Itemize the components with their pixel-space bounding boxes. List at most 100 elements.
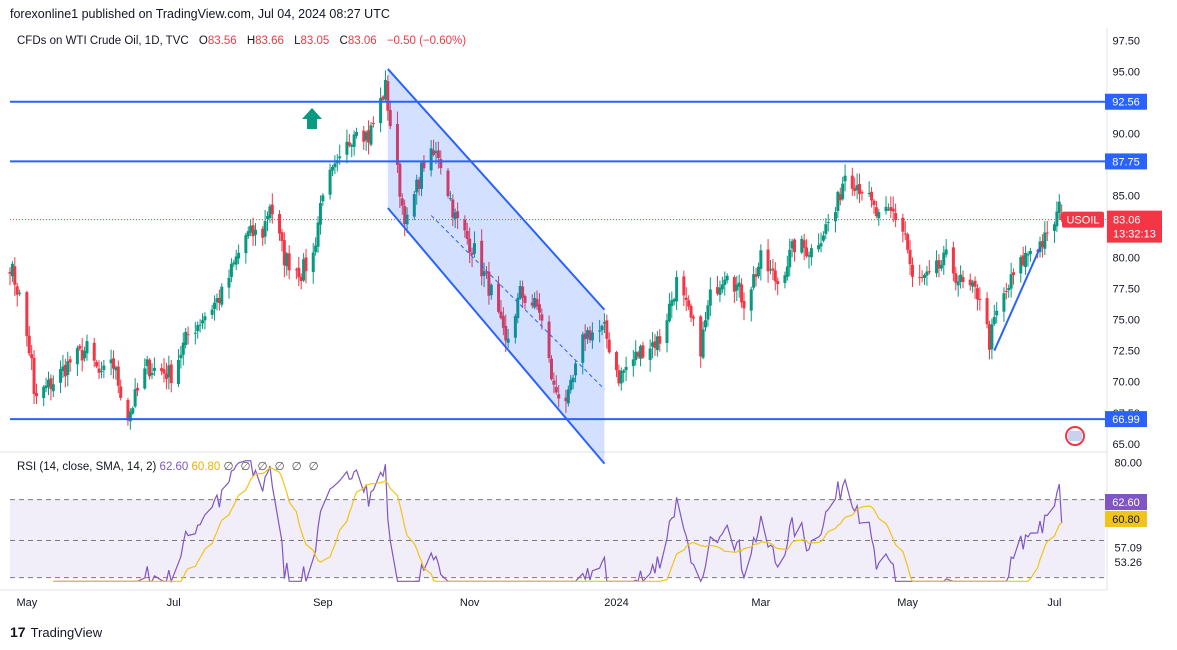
candle-body (973, 280, 977, 287)
candle-body (27, 335, 31, 354)
candle-body (75, 348, 79, 365)
candle-body (32, 357, 36, 395)
candle-body (841, 183, 845, 200)
candle-body (860, 192, 864, 194)
candle-body (785, 266, 789, 277)
rsi-tick-label: 57.09 (1114, 543, 1142, 555)
candle-body (51, 384, 55, 392)
candle-body (1043, 232, 1047, 249)
candle-body (186, 334, 190, 336)
candle-body (30, 354, 34, 359)
level-price-label: 87.75 (1112, 156, 1140, 168)
candle-body (369, 125, 373, 145)
candle-body (116, 366, 120, 386)
candle-body (34, 393, 38, 397)
candle-body (1028, 251, 1032, 254)
rsi-band-fill (10, 499, 1105, 578)
tradingview-logo-icon[interactable]: 17 (10, 624, 26, 640)
candle-body (944, 249, 948, 255)
candle-body (263, 221, 267, 237)
price-tick-label: 65.00 (1112, 439, 1140, 451)
candle-body (152, 367, 156, 372)
candle-body (975, 288, 979, 300)
candle-body (330, 166, 334, 171)
candle-body (805, 247, 809, 257)
candle-body (954, 273, 958, 283)
candle-body (992, 317, 996, 324)
candle-body (740, 284, 744, 303)
candle-body (162, 369, 166, 374)
candle-body (297, 267, 301, 278)
candle-body (169, 364, 173, 384)
candle-body (201, 320, 205, 324)
candle-body (648, 348, 652, 360)
candle-body (13, 266, 17, 285)
candle-body (788, 249, 792, 268)
candle-body (956, 281, 960, 286)
candle-body (1012, 272, 1016, 275)
candle-body (95, 361, 99, 367)
candle-body (910, 264, 914, 277)
candle-body (196, 325, 200, 332)
candle-body (872, 200, 876, 206)
candle-body (665, 320, 669, 343)
time-tick-label: Sep (313, 597, 333, 609)
candle-body (658, 336, 662, 344)
candle-body (333, 163, 337, 168)
candle-body (18, 292, 22, 294)
candle-body (908, 249, 912, 265)
candle-body (802, 240, 806, 248)
candle-body (870, 191, 874, 201)
candle-body (131, 408, 135, 414)
candle-body (338, 156, 342, 159)
candle-body (229, 263, 233, 278)
candle-body (85, 341, 89, 354)
price-tick-label: 90.00 (1112, 129, 1140, 141)
candle-body (877, 212, 881, 219)
rsi-sma-badge-label: 60.80 (1112, 514, 1140, 526)
candle-body (102, 365, 106, 371)
candle-body (809, 248, 813, 258)
candle-body (78, 345, 82, 349)
candle-body (1045, 232, 1049, 234)
candle-body (961, 276, 965, 283)
candle-body (641, 345, 645, 358)
candle-body (894, 213, 898, 221)
tradingview-brand[interactable]: TradingView (31, 625, 103, 640)
candle-body (706, 305, 710, 320)
candle-body (119, 386, 123, 398)
candle-body (826, 222, 830, 224)
descending-channel-fill (387, 68, 605, 464)
candle-body (821, 235, 825, 241)
candle-body (951, 247, 955, 274)
candle-body (321, 195, 325, 202)
candle-body (766, 249, 770, 272)
candle-body (355, 131, 359, 136)
time-tick-label: Mar (751, 597, 770, 609)
candle-body (97, 368, 101, 373)
candle-body (1002, 293, 1006, 312)
candle-body (824, 224, 828, 234)
candle-body (316, 222, 320, 247)
candle-body (287, 253, 291, 271)
candle-body (995, 310, 999, 316)
candle-body (884, 206, 888, 212)
candle-body (1055, 211, 1059, 227)
price-tick-label: 72.50 (1112, 346, 1140, 358)
candle-body (749, 289, 753, 311)
candle-body (704, 320, 708, 328)
candle-body (742, 301, 746, 309)
candle-body (59, 369, 63, 383)
candle-body (270, 204, 274, 215)
time-tick-label: May (897, 597, 918, 609)
candle-body (1004, 290, 1008, 292)
candle-body (210, 309, 214, 315)
candle-body (939, 264, 943, 269)
candle-body (631, 359, 635, 367)
candle-body (42, 386, 46, 399)
candle-body (220, 286, 224, 305)
candle-body (990, 324, 994, 350)
bar-countdown: 13:32:13 (1113, 229, 1156, 241)
price-chart[interactable]: 97.5095.0092.5090.0087.5085.0082.5080.00… (0, 0, 1177, 650)
candle-body (675, 277, 679, 302)
